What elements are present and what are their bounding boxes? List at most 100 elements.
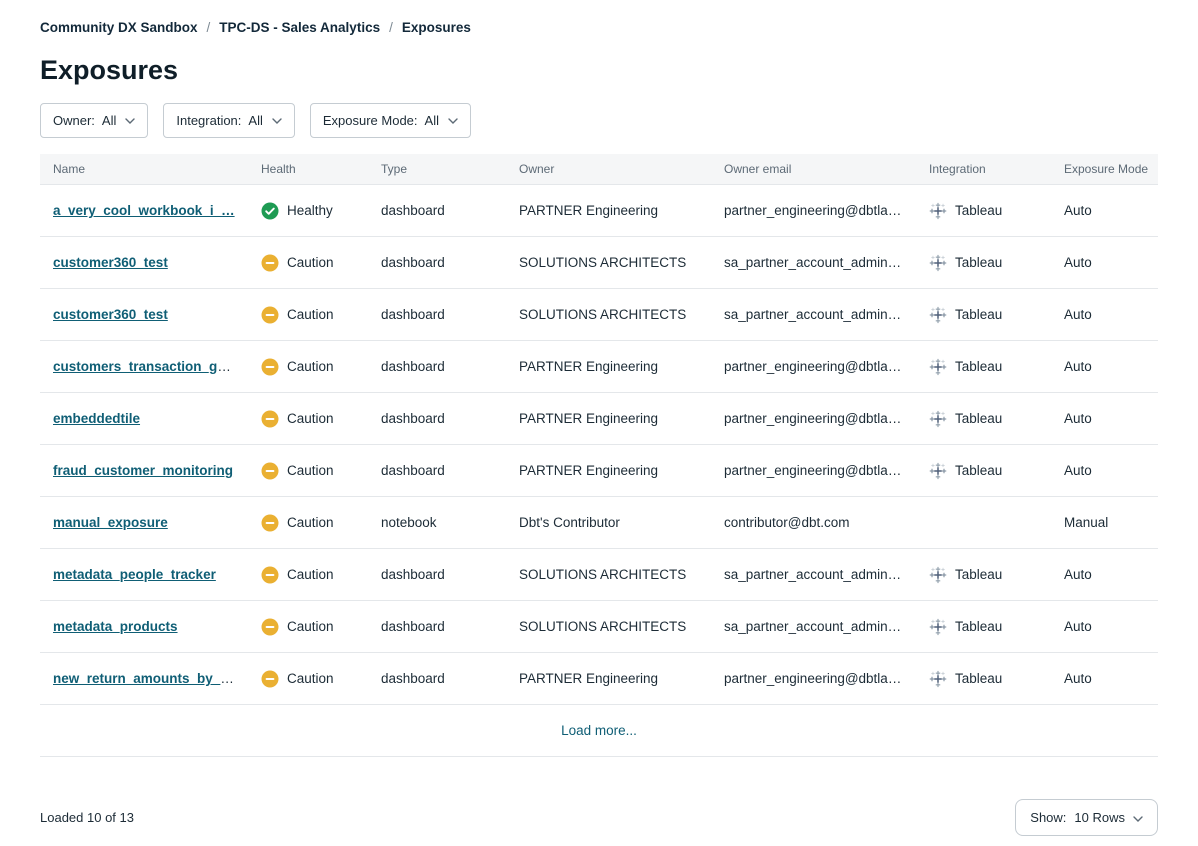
health-label: Caution xyxy=(287,515,334,530)
show-label: Show: xyxy=(1030,810,1066,825)
exposure-name-link[interactable]: new_return_amounts_by_t… xyxy=(53,671,238,686)
integration-filter-label: Integration: xyxy=(176,113,241,128)
owner-cell: Dbt's Contributor xyxy=(506,515,711,530)
column-header-name: Name xyxy=(40,154,248,184)
type-cell: dashboard xyxy=(368,359,506,374)
breadcrumb-link-environment[interactable]: TPC-DS - Sales Analytics xyxy=(219,20,380,35)
exposure-name-link[interactable]: customer360_test xyxy=(53,307,168,322)
health-status-icon xyxy=(261,358,279,376)
exposures-table: Name Health Type Owner Owner email Integ… xyxy=(40,154,1158,757)
health-label: Caution xyxy=(287,359,334,374)
chevron-down-icon xyxy=(448,118,458,124)
column-header-owner-email: Owner email xyxy=(711,154,916,184)
breadcrumb: Community DX Sandbox / TPC-DS - Sales An… xyxy=(40,20,1158,35)
integration-label: Tableau xyxy=(955,619,1002,634)
owner-email-cell: sa_partner_account_admin… xyxy=(711,619,916,634)
load-more-link[interactable]: Load more... xyxy=(561,723,637,738)
exposure-mode-cell: Auto xyxy=(1051,463,1158,478)
exposure-mode-cell: Manual xyxy=(1051,515,1158,530)
exposure-mode-cell: Auto xyxy=(1051,203,1158,218)
type-cell: dashboard xyxy=(368,203,506,218)
owner-cell: SOLUTIONS ARCHITECTS xyxy=(506,255,711,270)
owner-email-cell: contributor@dbt.com xyxy=(711,515,916,530)
health-status-icon xyxy=(261,462,279,480)
type-cell: dashboard xyxy=(368,567,506,582)
tableau-icon xyxy=(929,462,947,480)
exposure-name-link[interactable]: customers_transaction_gro… xyxy=(53,359,244,374)
breadcrumb-current: Exposures xyxy=(402,20,471,35)
integration-label: Tableau xyxy=(955,359,1002,374)
owner-cell: PARTNER Engineering xyxy=(506,359,711,374)
type-cell: dashboard xyxy=(368,411,506,426)
exposure-mode-filter-dropdown[interactable]: Exposure Mode: All xyxy=(310,103,471,138)
owner-filter-value: All xyxy=(102,113,116,128)
tableau-icon xyxy=(929,670,947,688)
table-row: metadata_people_tracker Caution dashboar… xyxy=(40,549,1158,601)
health-status-icon xyxy=(261,254,279,272)
owner-cell: PARTNER Engineering xyxy=(506,411,711,426)
tableau-icon xyxy=(929,306,947,324)
rows-per-page-dropdown[interactable]: Show: 10 Rows xyxy=(1015,799,1158,836)
load-more-row: Load more... xyxy=(40,705,1158,757)
health-status-icon xyxy=(261,514,279,532)
integration-label: Tableau xyxy=(955,411,1002,426)
health-status-icon xyxy=(261,566,279,584)
table-row: fraud_customer_monitoring Caution dashbo… xyxy=(40,445,1158,497)
exposure-name-link[interactable]: metadata_people_tracker xyxy=(53,567,216,582)
owner-email-cell: sa_partner_account_admin… xyxy=(711,567,916,582)
owner-email-cell: sa_partner_account_admin… xyxy=(711,255,916,270)
owner-cell: PARTNER Engineering xyxy=(506,463,711,478)
exposure-name-link[interactable]: manual_exposure xyxy=(53,515,168,530)
exposure-name-link[interactable]: fraud_customer_monitoring xyxy=(53,463,233,478)
owner-cell: PARTNER Engineering xyxy=(506,671,711,686)
type-cell: dashboard xyxy=(368,619,506,634)
integration-label: Tableau xyxy=(955,671,1002,686)
integration-label: Tableau xyxy=(955,567,1002,582)
owner-email-cell: partner_engineering@dbtla… xyxy=(711,359,916,374)
owner-cell: SOLUTIONS ARCHITECTS xyxy=(506,567,711,582)
column-header-owner: Owner xyxy=(506,154,711,184)
page-title: Exposures xyxy=(40,53,1158,87)
exposure-mode-filter-label: Exposure Mode: xyxy=(323,113,418,128)
owner-email-cell: partner_engineering@dbtla… xyxy=(711,203,916,218)
table-header-row: Name Health Type Owner Owner email Integ… xyxy=(40,154,1158,185)
owner-filter-dropdown[interactable]: Owner: All xyxy=(40,103,148,138)
health-status-icon xyxy=(261,306,279,324)
exposure-name-link[interactable]: customer360_test xyxy=(53,255,168,270)
integration-filter-dropdown[interactable]: Integration: All xyxy=(163,103,295,138)
breadcrumb-separator: / xyxy=(207,20,211,35)
owner-email-cell: partner_engineering@dbtla… xyxy=(711,671,916,686)
exposure-mode-cell: Auto xyxy=(1051,619,1158,634)
column-header-integration: Integration xyxy=(916,154,1051,184)
exposure-name-link[interactable]: metadata_products xyxy=(53,619,178,634)
table-row: metadata_products Caution dashboard SOLU… xyxy=(40,601,1158,653)
health-status-icon xyxy=(261,618,279,636)
health-label: Healthy xyxy=(287,203,333,218)
exposure-name-link[interactable]: a_very_cool_workbook_i_… xyxy=(53,203,235,218)
exposure-mode-cell: Auto xyxy=(1051,671,1158,686)
health-status-icon xyxy=(261,410,279,428)
breadcrumb-link-project[interactable]: Community DX Sandbox xyxy=(40,20,198,35)
health-label: Caution xyxy=(287,307,334,322)
health-label: Caution xyxy=(287,463,334,478)
chevron-down-icon xyxy=(125,118,135,124)
table-row: customers_transaction_gro… Caution dashb… xyxy=(40,341,1158,393)
owner-email-cell: partner_engineering@dbtla… xyxy=(711,463,916,478)
owner-filter-label: Owner: xyxy=(53,113,95,128)
health-label: Caution xyxy=(287,619,334,634)
table-row: embeddedtile Caution dashboard PARTNER E… xyxy=(40,393,1158,445)
integration-label: Tableau xyxy=(955,255,1002,270)
integration-label: Tableau xyxy=(955,203,1002,218)
health-label: Caution xyxy=(287,255,334,270)
type-cell: dashboard xyxy=(368,255,506,270)
tableau-icon xyxy=(929,254,947,272)
exposure-name-link[interactable]: embeddedtile xyxy=(53,411,140,426)
health-status-icon xyxy=(261,670,279,688)
show-value: 10 Rows xyxy=(1074,810,1125,825)
table-row: customer360_test Caution dashboard SOLUT… xyxy=(40,289,1158,341)
owner-cell: SOLUTIONS ARCHITECTS xyxy=(506,307,711,322)
integration-label: Tableau xyxy=(955,307,1002,322)
column-header-type: Type xyxy=(368,154,506,184)
health-status-icon xyxy=(261,202,279,220)
breadcrumb-separator: / xyxy=(389,20,393,35)
